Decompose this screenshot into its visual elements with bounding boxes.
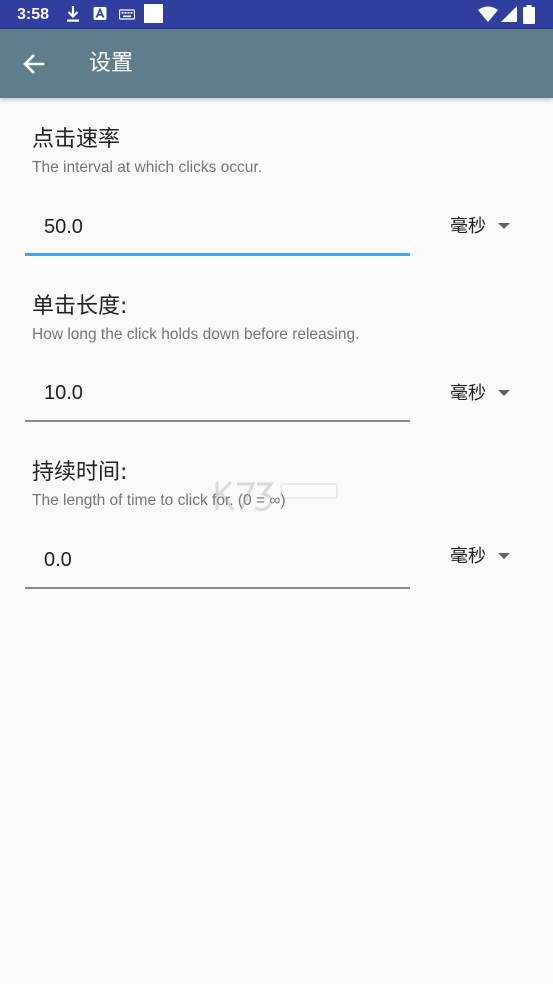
unit-label: 毫秒 <box>450 383 486 404</box>
status-time: 3:58 <box>17 6 50 23</box>
click-length-unit-dropdown[interactable]: 毫秒 <box>450 380 522 410</box>
setting-title: 点击速率 <box>32 127 121 152</box>
dropdown-arrow-icon <box>498 223 510 229</box>
click-rate-input[interactable]: 50.0 <box>25 204 410 256</box>
duration-input[interactable]: 0.0 <box>25 537 410 589</box>
duration-unit-dropdown[interactable]: 毫秒 <box>450 543 522 573</box>
setting-title: 持续时间: <box>32 460 128 485</box>
input-underline <box>25 420 410 422</box>
input-value: 50.0 <box>44 216 83 238</box>
watermark-logo <box>213 476 343 516</box>
a-box-icon <box>93 5 107 23</box>
click-length-input[interactable]: 10.0 <box>25 370 410 422</box>
status-bar: 3:58 <box>0 0 553 29</box>
white-square-icon <box>144 4 164 23</box>
setting-description: How long the click holds down before rel… <box>32 326 360 343</box>
unit-label: 毫秒 <box>450 216 486 237</box>
input-underline <box>25 587 410 589</box>
setting-title: 单击长度: <box>32 294 128 319</box>
unit-label: 毫秒 <box>450 546 486 567</box>
battery-icon <box>523 5 535 24</box>
dropdown-arrow-icon <box>498 553 510 559</box>
download-icon <box>66 5 80 23</box>
keyboard-icon <box>119 5 135 23</box>
input-value: 10.0 <box>44 382 83 404</box>
page-title: 设置 <box>89 51 134 76</box>
cell-signal-icon <box>501 6 517 24</box>
input-value: 0.0 <box>44 549 72 571</box>
back-button[interactable] <box>18 48 50 80</box>
dropdown-arrow-icon <box>498 390 510 396</box>
click-rate-unit-dropdown[interactable]: 毫秒 <box>450 213 522 243</box>
app-bar: 设置 <box>0 29 553 98</box>
input-underline <box>25 253 410 256</box>
arrow-back-icon <box>23 54 45 74</box>
setting-description: The interval at which clicks occur. <box>32 159 263 176</box>
wifi-icon <box>478 6 498 24</box>
